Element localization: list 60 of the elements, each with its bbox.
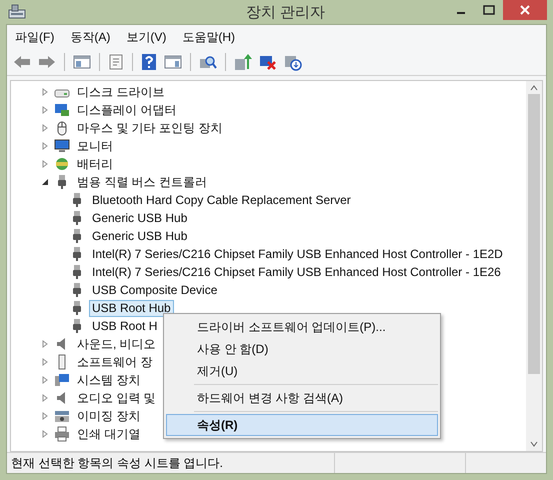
menu-item[interactable]: 파일(F)	[15, 28, 54, 46]
expand-arrow-icon[interactable]	[41, 412, 49, 420]
expand-arrow-icon[interactable]	[41, 106, 49, 114]
status-text: 현재 선택한 항목의 속성 시트를 엽니다.	[10, 454, 224, 472]
tree-item[interactable]: Intel(R) 7 Series/C216 Chipset Family USB Enhanced Host Controller - 1E2D	[89, 246, 506, 262]
tree-item[interactable]: 디스크 드라이브	[74, 84, 168, 100]
expand-arrow-icon[interactable]	[41, 430, 49, 438]
tree-item[interactable]: 사운드, 비디오	[74, 336, 159, 352]
computer-icon	[54, 372, 70, 388]
scroll-up-icon[interactable]	[530, 85, 538, 91]
context-menu-item[interactable]: 제거(U)	[166, 360, 438, 382]
maximize-icon	[483, 5, 495, 15]
tree-item[interactable]: USB Root Hub	[89, 300, 174, 316]
minimize-icon	[457, 12, 465, 14]
expand-arrow-icon[interactable]	[41, 358, 49, 366]
tree-item[interactable]: 디스플레이 어댑터	[74, 102, 180, 118]
expand-arrow-icon[interactable]	[41, 340, 49, 348]
battery-icon	[54, 156, 70, 172]
expand-arrow-icon[interactable]	[41, 88, 49, 96]
expand-arrow-icon[interactable]	[41, 142, 49, 150]
tree-item[interactable]: Generic USB Hub	[89, 210, 190, 226]
expand-arrow-icon[interactable]	[41, 376, 49, 384]
printer-icon	[54, 426, 70, 442]
scroll-thumb[interactable]	[528, 94, 540, 374]
update-driver-icon[interactable]	[232, 52, 254, 72]
collapse-arrow-icon[interactable]	[41, 178, 49, 186]
tree-item[interactable]: Generic USB Hub	[89, 228, 190, 244]
expand-arrow-icon[interactable]	[41, 394, 49, 402]
menu-item[interactable]: 도움말(H)	[182, 28, 235, 46]
device-manager-icon	[8, 4, 26, 20]
scanner-icon	[54, 408, 70, 424]
tree-item[interactable]: 이미징 장치	[74, 408, 144, 424]
tree-item[interactable]: 범용 직렬 버스 컨트롤러	[74, 174, 210, 190]
scrollbar[interactable]	[526, 81, 542, 451]
tree-item[interactable]: 인쇄 대기열	[74, 426, 144, 442]
window-title: 장치 관리자	[246, 2, 326, 22]
menu-item[interactable]: 동작(A)	[70, 28, 110, 46]
tree-item[interactable]: Intel(R) 7 Series/C216 Chipset Family USB Enhanced Host Controller - 1E26	[89, 264, 504, 280]
close-button[interactable]	[503, 0, 547, 20]
tree-item[interactable]: USB Root H	[89, 318, 160, 334]
tree-item[interactable]: 배터리	[74, 156, 116, 172]
context-menu-item[interactable]: 사용 안 함(D)	[166, 338, 438, 360]
tree-item[interactable]: USB Composite Device	[89, 282, 220, 298]
context-menu-item[interactable]: 하드웨어 변경 사항 검색(A)	[166, 387, 438, 409]
expand-arrow-icon[interactable]	[41, 124, 49, 132]
tree-item[interactable]: 모니터	[74, 138, 116, 154]
tree-item[interactable]: Bluetooth Hard Copy Cable Replacement Server	[89, 192, 354, 208]
tree-item[interactable]: 시스템 장치	[74, 372, 144, 388]
help-icon[interactable]	[139, 52, 159, 72]
expand-arrow-icon[interactable]	[41, 160, 49, 168]
display-adapter-icon	[54, 103, 70, 117]
menu-item[interactable]: 보기(V)	[126, 28, 166, 46]
close-icon	[519, 5, 531, 15]
context-menu-item[interactable]: 드라이버 소프트웨어 업데이트(P)...	[166, 316, 438, 338]
tree-item[interactable]: 소프트웨어 장	[74, 354, 156, 370]
context-menu-item[interactable]: 속성(R)	[166, 414, 438, 436]
tree-item[interactable]: 오디오 입력 및	[74, 390, 159, 406]
scroll-down-icon[interactable]	[530, 441, 538, 447]
tree-item[interactable]: 마우스 및 기타 포인팅 장치	[74, 120, 226, 136]
monitor-icon	[54, 139, 70, 153]
